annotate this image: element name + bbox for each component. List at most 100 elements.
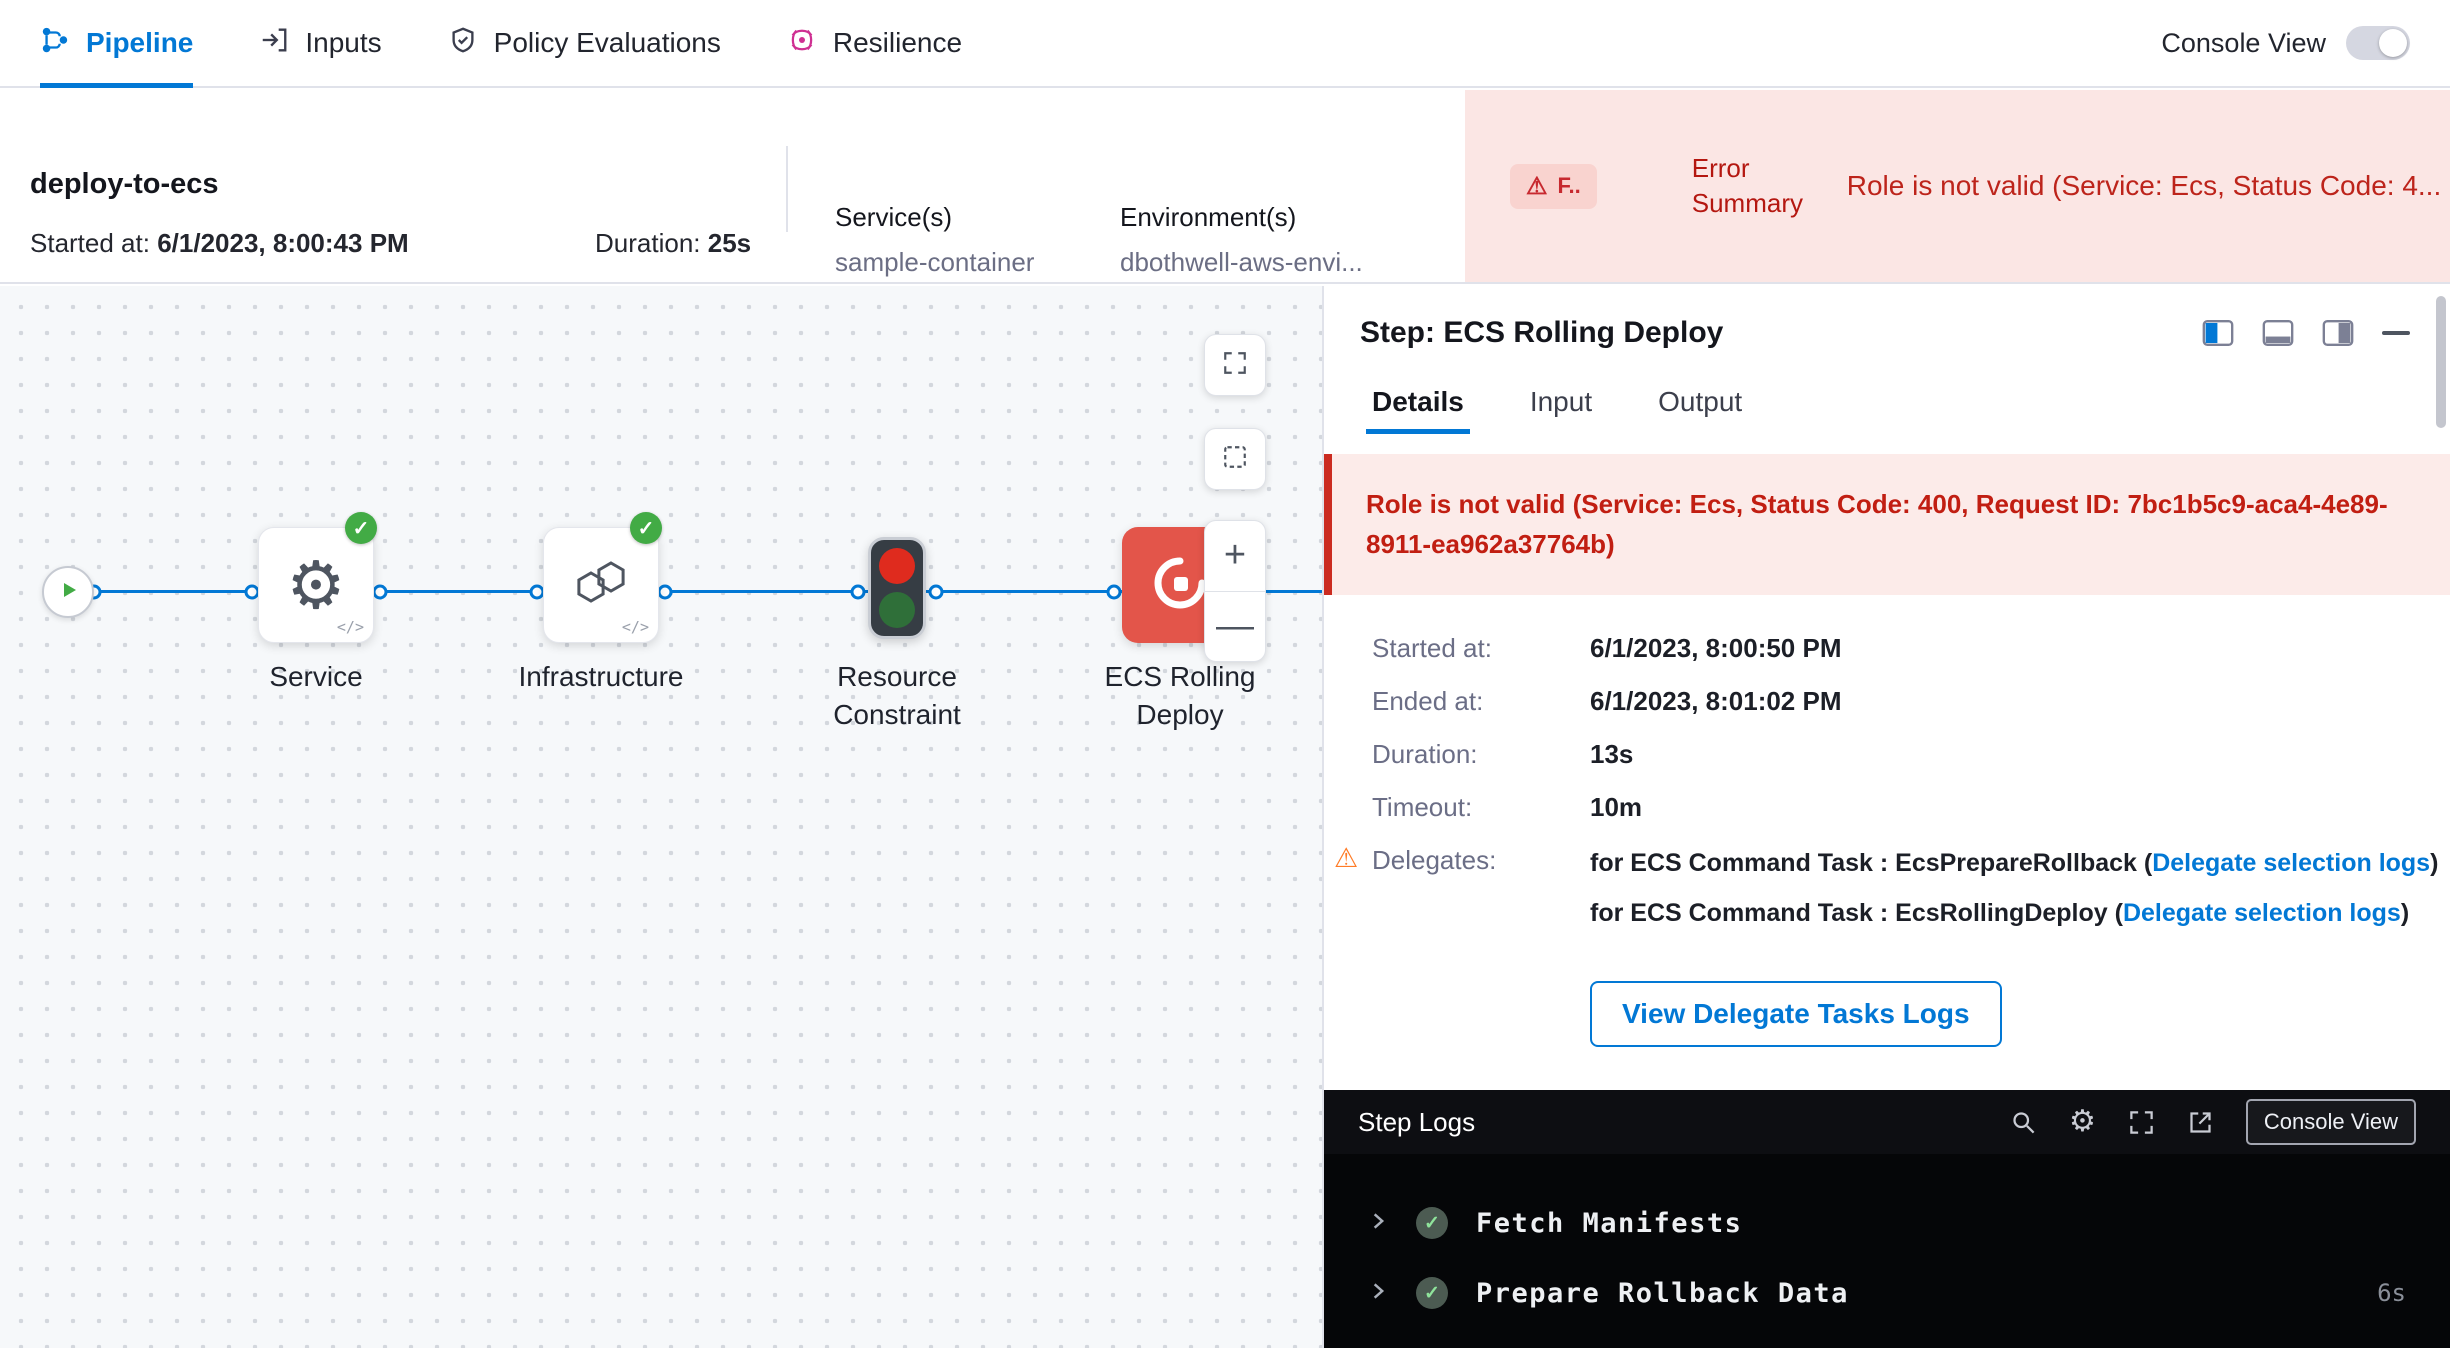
layout-bottom-panel-icon[interactable] bbox=[2262, 320, 2294, 346]
log-section-duration: 6s bbox=[2377, 1279, 2406, 1307]
logs-external-link-icon[interactable] bbox=[2187, 1109, 2214, 1136]
tab-pipeline-label: Pipeline bbox=[86, 27, 193, 59]
services-block: Service(s) sample-container bbox=[835, 202, 1034, 278]
zoom-out-button[interactable]: — bbox=[1205, 592, 1265, 662]
view-delegate-tasks-logs-button[interactable]: View Delegate Tasks Logs bbox=[1590, 981, 2002, 1047]
success-check-icon: ✓ bbox=[630, 512, 662, 544]
duration: Duration: 25s bbox=[595, 228, 751, 259]
execution-header: deploy-to-ecs Started at: 6/1/2023, 8:00… bbox=[0, 90, 2450, 284]
tab-resilience-label: Resilience bbox=[833, 27, 962, 59]
delegates-values: for ECS Command Task : EcsPrepareRollbac… bbox=[1590, 845, 2450, 946]
timeout-value: 10m bbox=[1590, 792, 1642, 823]
delegates-label-cell: ⚠ Delegates: bbox=[1372, 845, 1590, 876]
log-section-label: Fetch Manifests bbox=[1476, 1208, 1742, 1239]
connector-dot bbox=[658, 585, 673, 600]
tab-policy-evaluations[interactable]: Policy Evaluations bbox=[448, 0, 721, 86]
tab-output[interactable]: Output bbox=[1658, 386, 1742, 434]
traffic-light-green bbox=[879, 592, 915, 628]
top-nav: Pipeline Inputs Policy Evaluations Resil… bbox=[0, 0, 2450, 88]
console-view-switch[interactable] bbox=[2346, 26, 2410, 60]
success-check-icon: ✓ bbox=[345, 512, 377, 544]
services-value[interactable]: sample-container bbox=[835, 247, 1034, 278]
tab-inputs[interactable]: Inputs bbox=[259, 0, 381, 86]
code-icon: </> bbox=[337, 618, 364, 636]
delegate-2-suffix: ) bbox=[2401, 899, 2409, 927]
log-section-fetch-manifests[interactable]: ✓ Fetch Manifests bbox=[1324, 1188, 2450, 1258]
step-panel-title: Step: ECS Rolling Deploy bbox=[1360, 316, 1723, 350]
tab-resilience[interactable]: Resilience bbox=[787, 0, 962, 86]
environments-label: Environment(s) bbox=[1120, 202, 1363, 233]
logs-settings-gear-icon[interactable]: ⚙ bbox=[2069, 1107, 2096, 1137]
layout-right-panel-icon[interactable] bbox=[2322, 320, 2354, 346]
start-node[interactable] bbox=[42, 566, 94, 618]
pipeline-icon bbox=[40, 25, 70, 62]
step-panel-tabs: Details Input Output bbox=[1372, 386, 2450, 454]
minimize-panel-button[interactable] bbox=[2382, 331, 2410, 335]
tab-pipeline[interactable]: Pipeline bbox=[40, 0, 193, 86]
warning-icon: ⚠ bbox=[1526, 172, 1548, 201]
ended-at-label: Ended at: bbox=[1372, 686, 1590, 717]
panel-scrollbar[interactable] bbox=[2436, 296, 2446, 428]
step-logs-panel: Step Logs ⚙ Console View ✓ Fetch Manifes… bbox=[1324, 1090, 2450, 1348]
log-success-check-icon: ✓ bbox=[1416, 1277, 1448, 1309]
zoom-in-button[interactable]: + bbox=[1205, 521, 1265, 591]
console-view-label: Console View bbox=[2161, 28, 2326, 59]
tab-policy-evaluations-label: Policy Evaluations bbox=[494, 27, 721, 59]
environments-block: Environment(s) dbothwell-aws-envi... bbox=[1120, 202, 1363, 278]
failure-status-badge: ⚠ F.. bbox=[1510, 164, 1597, 209]
minimize-icon bbox=[2382, 331, 2410, 335]
connector-dot bbox=[851, 585, 866, 600]
node-infrastructure[interactable]: </> ✓ bbox=[543, 527, 659, 643]
canvas-select-button[interactable] bbox=[1204, 428, 1266, 490]
logs-fullscreen-icon[interactable] bbox=[2128, 1109, 2155, 1136]
step-details: Started at: 6/1/2023, 8:00:50 PM Ended a… bbox=[1324, 595, 2450, 1048]
node-service[interactable]: ⚙ </> ✓ bbox=[258, 527, 374, 643]
node-ecs-rolling-deploy-label: ECS Rolling Deploy bbox=[1080, 658, 1280, 734]
fullscreen-icon bbox=[1222, 350, 1248, 381]
delegate-row-1: for ECS Command Task : EcsPrepareRollbac… bbox=[1590, 845, 2450, 881]
infrastructure-hexagons-icon bbox=[569, 551, 633, 620]
code-icon: </> bbox=[622, 618, 649, 636]
error-summary-strip: ⚠ F.. Error Summary Role is not valid (S… bbox=[1465, 90, 2450, 282]
connector-dot bbox=[373, 585, 388, 600]
step-logs-title: Step Logs bbox=[1358, 1107, 1475, 1138]
console-view-toggle-group: Console View bbox=[2161, 26, 2410, 60]
error-summary-label: Error Summary bbox=[1692, 151, 1827, 221]
duration-label: Duration: bbox=[595, 228, 701, 258]
log-success-check-icon: ✓ bbox=[1416, 1207, 1448, 1239]
layout-left-panel-icon[interactable] bbox=[2202, 320, 2234, 346]
tab-details[interactable]: Details bbox=[1372, 386, 1464, 434]
tab-input[interactable]: Input bbox=[1530, 386, 1592, 434]
log-section-prepare-rollback[interactable]: ✓ Prepare Rollback Data 6s bbox=[1324, 1258, 2450, 1328]
step-panel-header: Step: ECS Rolling Deploy bbox=[1324, 286, 2450, 350]
detail-row-ended: Ended at: 6/1/2023, 8:01:02 PM bbox=[1372, 686, 2450, 717]
error-summary-message: Role is not valid (Service: Ecs, Status … bbox=[1847, 170, 2450, 202]
canvas-fullscreen-button[interactable] bbox=[1204, 334, 1266, 396]
delegate-1-selection-logs-link[interactable]: Delegate selection logs bbox=[2152, 849, 2430, 877]
duration-value: 13s bbox=[1590, 739, 1633, 770]
failure-status-badge-text: F.. bbox=[1558, 173, 1581, 199]
started-at-value: 6/1/2023, 8:00:43 PM bbox=[157, 228, 409, 258]
node-resource-constraint[interactable] bbox=[868, 537, 926, 639]
started-at-label: Started at: bbox=[1372, 633, 1590, 664]
marquee-select-icon bbox=[1222, 444, 1248, 475]
connector-dot bbox=[929, 585, 944, 600]
detail-row-started: Started at: 6/1/2023, 8:00:50 PM bbox=[1372, 633, 2450, 664]
logs-console-view-button[interactable]: Console View bbox=[2246, 1099, 2416, 1145]
step-details-panel: Step: ECS Rolling Deploy Details Input O… bbox=[1322, 286, 2450, 1348]
log-section-label: Prepare Rollback Data bbox=[1476, 1278, 1849, 1309]
delegate-1-suffix: ) bbox=[2430, 849, 2438, 877]
timeout-label: Timeout: bbox=[1372, 792, 1590, 823]
chevron-right-icon bbox=[1368, 1211, 1388, 1236]
pipeline-canvas[interactable]: ⚙ </> ✓ Service </> ✓ Infrastructure Res… bbox=[0, 286, 1322, 1348]
service-gear-icon: ⚙ bbox=[286, 552, 345, 618]
node-resource-constraint-label: Resource Constraint bbox=[797, 658, 997, 734]
zoom-controls: + — bbox=[1204, 520, 1266, 662]
play-icon bbox=[56, 578, 80, 607]
duration-label: Duration: bbox=[1372, 739, 1590, 770]
step-logs-header: Step Logs ⚙ Console View bbox=[1324, 1090, 2450, 1154]
inputs-icon bbox=[259, 25, 289, 62]
environments-value[interactable]: dbothwell-aws-envi... bbox=[1120, 247, 1363, 278]
logs-search-icon[interactable] bbox=[2010, 1109, 2037, 1136]
delegate-2-selection-logs-link[interactable]: Delegate selection logs bbox=[2123, 899, 2401, 927]
